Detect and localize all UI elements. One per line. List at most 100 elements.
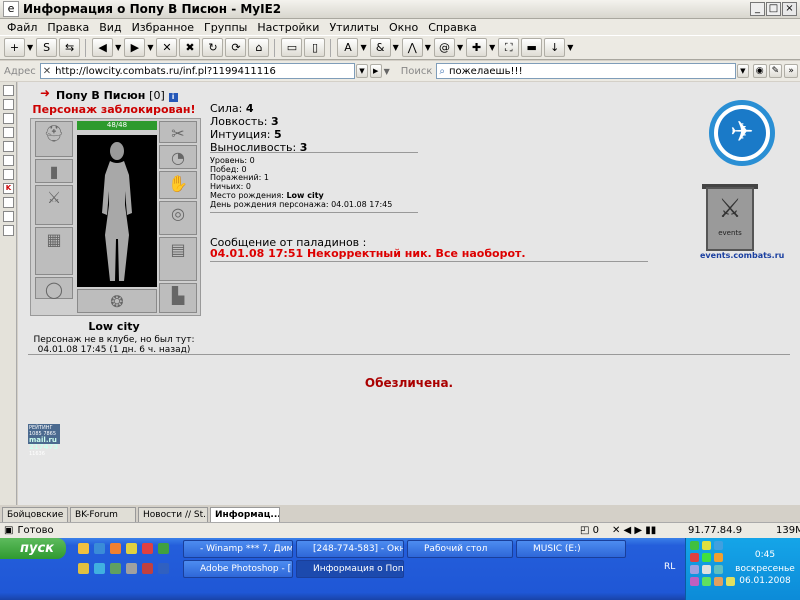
proxy-icon[interactable]: ⇆ bbox=[59, 38, 81, 57]
search-engine-icon[interactable]: ◉ bbox=[752, 64, 767, 78]
history-icon[interactable]: ▯ bbox=[304, 38, 326, 57]
quicklaunch-messenger-icon[interactable] bbox=[158, 563, 169, 574]
start-button[interactable]: пуск bbox=[0, 538, 66, 559]
address-input[interactable]: ✕ http://lowcity.combats.ru/inf.pl?11994… bbox=[39, 63, 355, 79]
encoding-icon[interactable]: & bbox=[369, 38, 391, 57]
back-icon[interactable]: ◀ bbox=[92, 38, 114, 57]
quicklaunch-app-icon[interactable] bbox=[126, 563, 137, 574]
close-button[interactable]: × bbox=[782, 2, 797, 16]
menu-help[interactable]: Справка bbox=[423, 21, 481, 34]
earring-slot-icon[interactable]: ✂ bbox=[159, 121, 197, 143]
tray-icon[interactable] bbox=[714, 553, 723, 562]
info-icon[interactable]: i bbox=[168, 93, 178, 102]
minimize-button[interactable]: _ bbox=[750, 2, 765, 16]
bracer-slot-icon[interactable]: ▮ bbox=[35, 159, 73, 183]
helmet-slot-icon[interactable]: ⛑ bbox=[35, 121, 73, 157]
quicklaunch-firefox-icon[interactable] bbox=[110, 543, 121, 554]
amulet-slot-icon[interactable]: ◔ bbox=[159, 145, 197, 169]
find-icon[interactable]: » bbox=[784, 64, 798, 78]
sidebar-home-icon[interactable] bbox=[3, 155, 14, 166]
save-icon[interactable]: S bbox=[36, 38, 58, 57]
tab-info[interactable]: Информац... bbox=[210, 507, 280, 522]
taskbar-button[interactable]: Информация о Попу ... bbox=[296, 560, 404, 578]
taskbar-button[interactable]: - Winamp *** 7. Дим... bbox=[183, 540, 293, 558]
address-dropdown-icon[interactable]: ▼ bbox=[356, 64, 368, 78]
download-icon[interactable]: ↓ bbox=[544, 38, 566, 57]
menu-file[interactable]: Файл bbox=[2, 21, 42, 34]
sidebar-calendar-icon[interactable] bbox=[3, 169, 14, 180]
new-tab-icon[interactable]: + bbox=[4, 38, 25, 57]
stop-icon[interactable]: ✕ bbox=[156, 38, 178, 57]
tab-fighting[interactable]: Бойцовские ... bbox=[2, 507, 68, 522]
quicklaunch-media-icon[interactable] bbox=[142, 563, 153, 574]
sidebar-disk-icon[interactable] bbox=[3, 211, 14, 222]
tray-icon[interactable] bbox=[714, 577, 723, 586]
quicklaunch-smile-icon[interactable] bbox=[78, 563, 89, 574]
close-all-icon[interactable]: ✖ bbox=[179, 38, 201, 57]
tray-icon[interactable] bbox=[690, 553, 699, 562]
quicklaunch-opera-icon[interactable] bbox=[142, 543, 153, 554]
highlight-icon[interactable]: ✎ bbox=[768, 64, 783, 78]
armor-slot-icon[interactable]: ▦ bbox=[35, 227, 73, 275]
language-indicator[interactable]: RL bbox=[664, 562, 675, 572]
tray-icon[interactable] bbox=[702, 565, 711, 574]
taskbar-button[interactable]: MUSIC (E:) bbox=[516, 540, 626, 558]
sidebar-pen-icon[interactable] bbox=[3, 141, 14, 152]
refresh-icon[interactable]: ↻ bbox=[202, 38, 224, 57]
quicklaunch-folder-icon[interactable] bbox=[78, 543, 89, 554]
tray-icon[interactable] bbox=[690, 541, 699, 550]
quicklaunch-ie-icon[interactable] bbox=[94, 543, 105, 554]
quicklaunch-icq-icon[interactable] bbox=[158, 543, 169, 554]
tray-icon[interactable] bbox=[702, 541, 711, 550]
mouse-gesture-icon[interactable]: ⋀ bbox=[401, 38, 423, 57]
weapon-slot-icon[interactable]: ⚔ bbox=[35, 185, 73, 225]
taskbar-button[interactable]: [248-774-583] - Окн... bbox=[296, 540, 404, 558]
email-icon[interactable]: @ bbox=[433, 38, 455, 57]
menu-edit[interactable]: Правка bbox=[42, 21, 94, 34]
tray-icon[interactable] bbox=[690, 577, 699, 586]
sidebar-printer-icon[interactable] bbox=[3, 197, 14, 208]
sidebar-k-icon[interactable]: K bbox=[3, 183, 14, 194]
menu-groups[interactable]: Группы bbox=[199, 21, 252, 34]
sidebar-history-icon[interactable] bbox=[3, 99, 14, 110]
sidebar-clock-icon[interactable] bbox=[3, 113, 14, 124]
tray-icon[interactable] bbox=[702, 553, 711, 562]
menu-favorites[interactable]: Избранное bbox=[127, 21, 199, 34]
menu-window[interactable]: Окно bbox=[384, 21, 423, 34]
refresh-all-icon[interactable]: ⟳ bbox=[225, 38, 247, 57]
forward-icon[interactable]: ▶ bbox=[124, 38, 146, 57]
screen-icon[interactable]: ▬ bbox=[521, 38, 543, 57]
tray-icon[interactable] bbox=[702, 577, 711, 586]
collector-icon[interactable]: ✚ bbox=[466, 38, 488, 57]
events-link[interactable]: events.combats.ru bbox=[700, 251, 784, 260]
quicklaunch-winamp-icon[interactable] bbox=[126, 543, 137, 554]
media-controls-icon[interactable]: ✕ ◀ ▶ ▮▮ bbox=[612, 525, 656, 536]
menu-tools[interactable]: Утилиты bbox=[324, 21, 384, 34]
search-dropdown-icon[interactable]: ▼ bbox=[736, 64, 749, 78]
events-banner[interactable]: ⚔ events bbox=[706, 187, 754, 251]
gloves-slot-icon[interactable]: ✋ bbox=[159, 171, 197, 199]
menu-view[interactable]: Вид bbox=[94, 21, 126, 34]
home-icon[interactable]: ⌂ bbox=[248, 38, 270, 57]
tab-bk-forum[interactable]: BK-Forum bbox=[70, 507, 136, 522]
quicklaunch-recycle-icon[interactable] bbox=[110, 563, 121, 574]
clock-time[interactable]: 0:45 bbox=[732, 550, 798, 560]
events-logo[interactable]: ✈ bbox=[709, 100, 775, 166]
fullscreen-icon[interactable]: ⛶ bbox=[498, 38, 520, 57]
maximize-button[interactable]: □ bbox=[766, 2, 781, 16]
taskbar-button[interactable]: Рабочий стол bbox=[407, 540, 513, 558]
tray-icon[interactable] bbox=[690, 565, 699, 574]
boots-slot-icon[interactable]: ▙ bbox=[159, 283, 197, 313]
mailru-rating-counter[interactable]: РЕЙТИНГ 1085 7865 mail.ru 217473 11636 bbox=[28, 424, 60, 457]
tab-news[interactable]: Новости // St... bbox=[138, 507, 208, 522]
sidebar-network-icon[interactable] bbox=[3, 225, 14, 236]
sidebar-favorites-icon[interactable] bbox=[3, 85, 14, 96]
belt-slot-icon[interactable]: ◯ bbox=[35, 277, 73, 299]
shield-slot-icon[interactable]: ◎ bbox=[159, 201, 197, 235]
search-input[interactable]: ⌕ пожелаешь!!! bbox=[436, 63, 736, 79]
font-icon[interactable]: A bbox=[337, 38, 359, 57]
sidebar-notes-icon[interactable] bbox=[3, 127, 14, 138]
quicklaunch-chat-icon[interactable] bbox=[94, 563, 105, 574]
tray-icon[interactable] bbox=[714, 541, 723, 550]
leggings-slot-icon[interactable]: ▤ bbox=[159, 237, 197, 281]
